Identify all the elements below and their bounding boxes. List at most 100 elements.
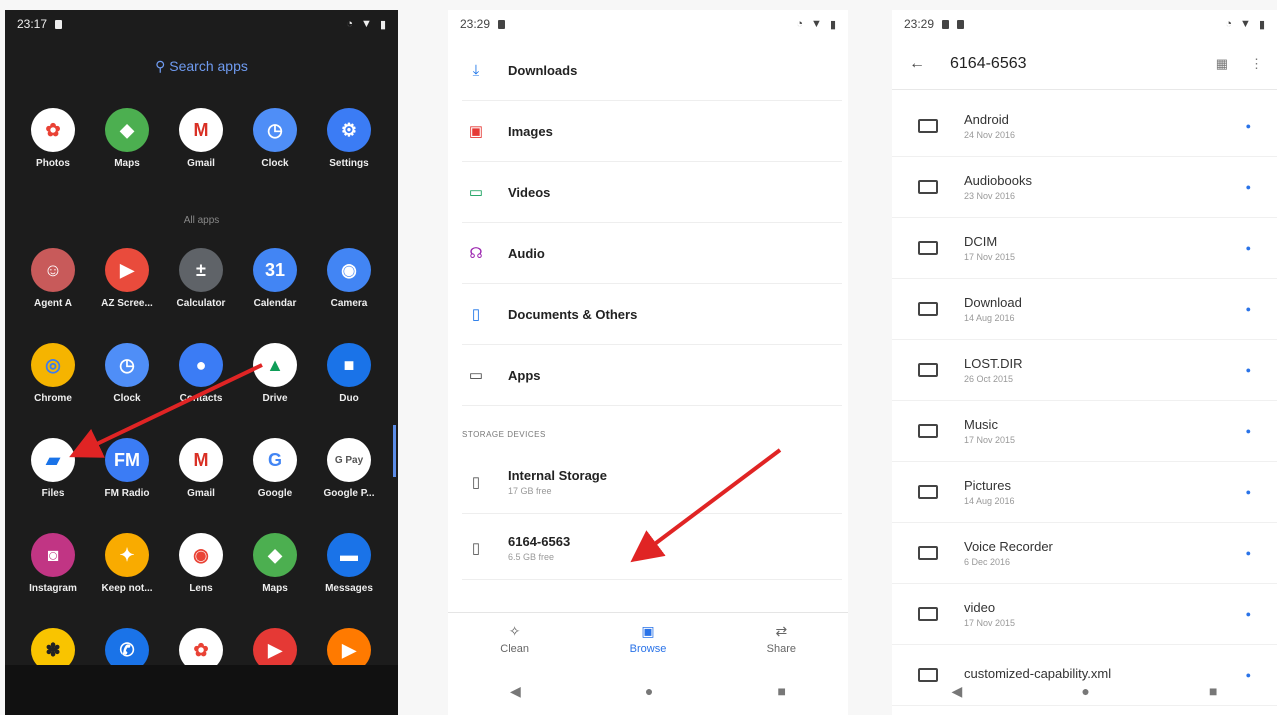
folder-icon xyxy=(918,363,938,377)
storage-device[interactable]: ▯ 6164-6563 6.5 GB free xyxy=(462,516,842,580)
home-icon[interactable]: ● xyxy=(1081,683,1089,699)
app-instagram[interactable]: ◙ Instagram xyxy=(17,533,89,594)
folder-row[interactable]: LOST.DIR 26 Oct 2015 ● xyxy=(892,340,1277,401)
app-google-pay[interactable]: G Pay Google P... xyxy=(313,438,385,499)
image-icon: ▣ xyxy=(468,123,484,140)
app-contacts[interactable]: ● Contacts xyxy=(165,343,237,404)
headphones-icon: ☊ xyxy=(469,245,483,262)
battery-icon: ▮ xyxy=(379,18,386,31)
app-clock[interactable]: ◷ Clock xyxy=(91,343,163,404)
category-downloads[interactable]: ⤓ Downloads xyxy=(462,40,842,101)
folder-icon xyxy=(918,241,938,255)
recents-icon[interactable]: ■ xyxy=(777,683,785,699)
app-duo[interactable]: ■ Duo xyxy=(313,343,385,404)
folder-row[interactable]: video 17 Nov 2015 ● xyxy=(892,584,1277,645)
sync-dot-icon: ● xyxy=(1245,304,1251,314)
duo-icon: ■ xyxy=(327,343,371,387)
app-gmail[interactable]: M Gmail xyxy=(165,108,237,169)
home-icon[interactable]: ● xyxy=(645,683,653,699)
app-calendar[interactable]: 31 Calendar xyxy=(239,248,311,309)
app-camera[interactable]: ◉ Camera xyxy=(313,248,385,309)
app-maps[interactable]: ◆ Maps xyxy=(91,108,163,169)
app-photos[interactable]: ✿ Photos xyxy=(17,108,89,169)
folder-icon xyxy=(918,119,938,133)
folder-row[interactable]: Download 14 Aug 2016 ● xyxy=(892,279,1277,340)
category-label: Videos xyxy=(508,184,551,200)
back-icon[interactable]: ◀ xyxy=(510,683,521,700)
storage-free: 17 GB free xyxy=(508,485,552,496)
tab-clean[interactable]: ✧ Clean xyxy=(448,613,581,667)
sync-dot-icon: ● xyxy=(1245,548,1251,558)
system-navigation: ◀ ● ■ xyxy=(892,667,1277,715)
scrollbar[interactable] xyxy=(393,425,396,477)
folder-date: 14 Aug 2016 xyxy=(964,496,1015,506)
app-label: Instagram xyxy=(29,583,77,594)
app-keep[interactable]: ✦ Keep not... xyxy=(91,533,163,594)
category-apps[interactable]: ▭ Apps xyxy=(462,345,842,406)
app-lens[interactable]: ◉ Lens xyxy=(165,533,237,594)
category-label: Apps xyxy=(508,367,541,383)
sync-dot-icon: ● xyxy=(1245,487,1251,497)
app-label: FM Radio xyxy=(104,488,150,499)
notification-icon xyxy=(55,19,63,29)
search-apps-field[interactable]: ⚲ Search apps xyxy=(5,58,398,75)
category-videos[interactable]: ▭ Videos xyxy=(462,162,842,223)
folder-date: 23 Nov 2016 xyxy=(964,191,1016,201)
storage-name: Internal Storage xyxy=(508,467,607,483)
app-label: Gmail xyxy=(187,158,215,169)
sync-dot-icon: ● xyxy=(1245,426,1251,436)
files-browse-screen: 23:29 ◔ ▼ ▮ ⤓ Downloads ▣ Images ▭ Videos ☊… xyxy=(448,10,848,715)
grid-view-icon[interactable]: ▦ xyxy=(1216,56,1228,72)
maps-icon: ◆ xyxy=(105,108,149,152)
folder-row[interactable]: Pictures 14 Aug 2016 ● xyxy=(892,462,1277,523)
folder-name: Pictures xyxy=(964,478,1011,493)
bottom-navigation: ✧ Clean ▣ Browse ⇄ Share xyxy=(448,612,848,667)
storage-device[interactable]: ▯ Internal Storage 17 GB free xyxy=(462,450,842,514)
folder-name: DCIM xyxy=(964,234,998,249)
folder-icon xyxy=(918,302,938,316)
tab-browse[interactable]: ▣ Browse xyxy=(581,613,714,667)
category-images[interactable]: ▣ Images xyxy=(462,101,842,162)
folder-name: Voice Recorder xyxy=(964,539,1053,554)
folder-row[interactable]: DCIM 17 Nov 2015 ● xyxy=(892,218,1277,279)
app-clock[interactable]: ◷ Clock xyxy=(239,108,311,169)
back-arrow-icon[interactable]: ← xyxy=(892,55,942,73)
video-icon: ▭ xyxy=(468,184,484,201)
sync-icon: ◔ xyxy=(1225,18,1233,30)
recents-icon[interactable]: ■ xyxy=(1209,683,1217,699)
app-label: AZ Scree... xyxy=(101,298,153,309)
app-google[interactable]: G Google xyxy=(239,438,311,499)
app-calculator[interactable]: ± Calculator xyxy=(165,248,237,309)
app-az-screen[interactable]: ▶ AZ Scree... xyxy=(91,248,163,309)
category-documents-others[interactable]: ▯ Documents & Others xyxy=(462,284,842,345)
app-messages[interactable]: ▬ Messages xyxy=(313,533,385,594)
sync-icon: ◔ xyxy=(796,18,804,30)
app-chrome[interactable]: ◎ Chrome xyxy=(17,343,89,404)
search-icon: ⚲ xyxy=(155,58,166,74)
folder-row[interactable]: Audiobooks 23 Nov 2016 ● xyxy=(892,157,1277,218)
app-fm-radio[interactable]: FM FM Radio xyxy=(91,438,163,499)
app-agent-a[interactable]: ☺ Agent A xyxy=(17,248,89,309)
app-label: Duo xyxy=(339,393,359,404)
storage-name: 6164-6563 xyxy=(508,533,571,549)
app-label: Messages xyxy=(325,583,373,594)
gmail-icon: M xyxy=(179,108,223,152)
status-time: 23:17 xyxy=(17,17,48,31)
back-icon[interactable]: ◀ xyxy=(952,683,963,700)
folder-icon xyxy=(918,607,938,621)
app-gmail[interactable]: M Gmail xyxy=(165,438,237,499)
tab-share[interactable]: ⇄ Share xyxy=(715,613,848,667)
app-drive[interactable]: ▲ Drive xyxy=(239,343,311,404)
folder-row[interactable]: Android 24 Nov 2016 ● xyxy=(892,96,1277,157)
chrome-icon: ◎ xyxy=(31,343,75,387)
sync-dot-icon: ● xyxy=(1245,365,1251,375)
app-maps[interactable]: ◆ Maps xyxy=(239,533,311,594)
folder-row[interactable]: Music 17 Nov 2015 ● xyxy=(892,401,1277,462)
category-label: Downloads xyxy=(508,62,578,78)
contacts-icon: ● xyxy=(179,343,223,387)
folder-row[interactable]: Voice Recorder 6 Dec 2016 ● xyxy=(892,523,1277,584)
app-settings[interactable]: ⚙ Settings xyxy=(313,108,385,169)
app-files[interactable]: ▰ Files xyxy=(17,438,89,499)
more-options-icon[interactable]: ⋮ xyxy=(1250,56,1263,72)
category-audio[interactable]: ☊ Audio xyxy=(462,223,842,284)
